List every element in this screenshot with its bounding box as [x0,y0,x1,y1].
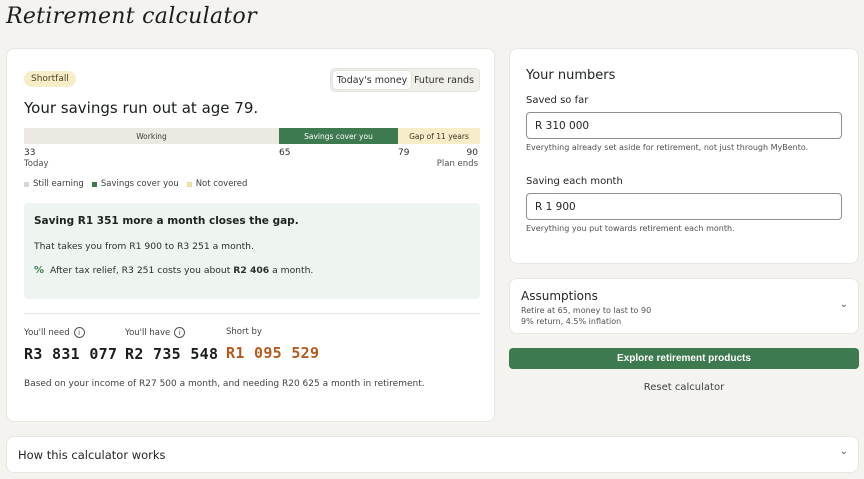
chevron-down-icon[interactable]: ⌄ [840,299,848,310]
saving-each-month-label: Saving each month [526,176,623,187]
toggle-todays-money[interactable]: Today's money [333,71,411,89]
percent-icon: % [34,265,45,276]
currency-toggle: Today's money Future rands [330,68,480,92]
stat-have: You'll have i R2 735 548 [125,327,218,363]
legend-item-notcovered: Not covered [186,179,248,189]
info-icon[interactable]: i [174,327,186,338]
legend-label: Still earning [33,179,84,189]
stat-short: Short by R1 095 529 [226,327,319,362]
info-icon[interactable]: i [73,327,85,338]
tick-end-age: 90 [466,148,478,158]
income-basis-note: Based on your income of R27 500 a month,… [24,379,425,389]
gap-advice-box: Saving R1 351 more a month closes the ga… [24,203,480,299]
your-numbers-card: Your numbers Saved so far Everything alr… [509,48,859,264]
stat-short-label: Short by [226,327,262,337]
stat-have-value: R2 735 548 [125,345,219,363]
age-timeline: Working Savings cover you Gap of 11 year… [24,128,480,144]
your-numbers-title: Your numbers [526,68,616,83]
timeline-gap-segment: Gap of 11 years [398,128,480,144]
tick-runout-age: 79 [398,148,410,158]
explore-retirement-products-button[interactable]: Explore retirement products [509,348,859,369]
tick-start-label: Today [24,159,49,169]
gap-detail: That takes you from R1 900 to R3 251 a m… [34,241,254,252]
assumptions-line-2: 9% return, 4.5% inflation [521,317,622,326]
saved-so-far-label: Saved so far [526,95,589,106]
legend-label: Not covered [195,179,248,189]
tick-start-age: 33 [24,148,36,158]
timeline-cover-segment: Savings cover you [279,128,398,144]
result-headline: Your savings run out at age 79. [24,99,259,117]
saving-each-month-help: Everything you put towards retirement ea… [526,224,735,233]
reset-calculator-button[interactable]: Reset calculator [509,378,859,396]
timeline-legend: Still earning Savings cover you Not cove… [24,179,247,189]
results-card: Shortfall Today's money Future rands You… [6,48,495,422]
tick-retire-age: 65 [279,148,291,158]
tax-relief-note: % After tax relief, R3 251 costs you abo… [34,265,313,276]
how-it-works-accordion[interactable]: How this calculator works ⌄ [6,436,859,473]
how-it-works-title: How this calculator works [18,448,166,462]
stat-short-value: R1 095 529 [226,344,320,362]
stat-have-label-text: You'll have [125,327,171,338]
status-badge: Shortfall [24,71,76,87]
tax-suffix: a month. [272,265,314,276]
saved-so-far-input[interactable] [526,112,842,139]
legend-item-cover: Savings cover you [91,179,179,189]
tax-prefix: After tax relief, R3 251 costs you about [50,265,231,276]
chevron-down-icon[interactable]: ⌄ [840,446,848,457]
legend-item-earning: Still earning [24,179,84,189]
tax-amount: R2 406 [233,265,270,276]
legend-swatch-cover [91,181,97,187]
assumptions-accordion[interactable]: Assumptions Retire at 65, money to last … [509,278,859,334]
stat-need-label-text: You'll need [24,327,70,338]
legend-label: Savings cover you [100,179,179,189]
toggle-future-rands[interactable]: Future rands [411,71,477,89]
saved-so-far-help: Everything already set aside for retirem… [526,143,809,152]
assumptions-line-1: Retire at 65, money to last to 90 [521,306,652,315]
gap-title: Saving R1 351 more a month closes the ga… [34,215,299,227]
saving-each-month-input[interactable] [526,193,842,220]
stat-need: You'll need i R3 831 077 [24,327,117,363]
assumptions-title: Assumptions [521,289,598,303]
stat-need-value: R3 831 077 [24,345,118,363]
stat-have-label: You'll have i [125,327,218,338]
tick-end-label: Plan ends [436,159,478,169]
legend-swatch-notcovered [186,181,192,187]
timeline-working-segment: Working [24,128,279,144]
divider [24,313,480,314]
stat-need-label: You'll need i [24,327,117,338]
legend-swatch-earning [24,181,29,187]
page-title: Retirement calculator [6,4,257,29]
tax-relief-text: After tax relief, R3 251 costs you about… [50,265,313,276]
